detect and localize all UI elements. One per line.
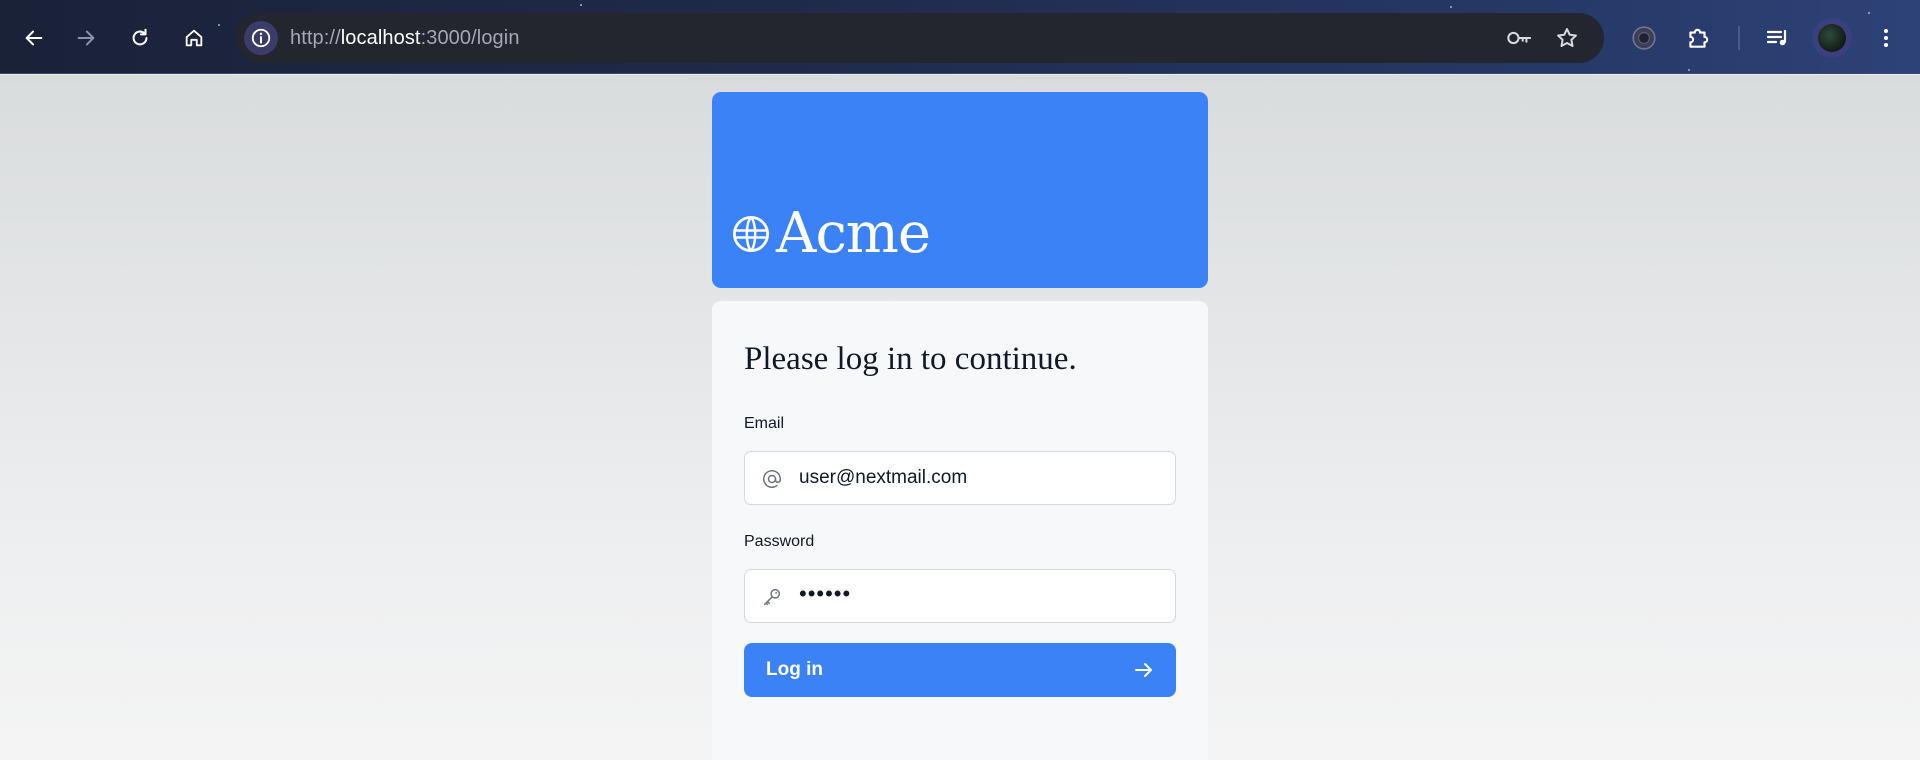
site-info-button[interactable] [244, 21, 278, 55]
login-card: Please log in to continue. Email user@ne… [712, 301, 1208, 760]
key-icon [759, 584, 785, 610]
back-button[interactable] [14, 18, 54, 58]
menu-dots-icon [1884, 29, 1888, 47]
address-bar[interactable]: http://localhost:3000/login [236, 13, 1604, 63]
toolbar-divider [1738, 26, 1740, 50]
home-button[interactable] [174, 18, 214, 58]
login-heading: Please log in to continue. [744, 341, 1077, 377]
password-label: Password [744, 533, 815, 550]
url-scheme: http:// [290, 27, 341, 49]
forward-button[interactable] [66, 18, 106, 58]
record-icon [1632, 26, 1656, 50]
extension-puzzle-icon [1689, 28, 1709, 48]
extensions-menu-button[interactable] [1680, 20, 1716, 56]
site-info-icon [251, 28, 271, 48]
url-host: localhost [340, 27, 421, 49]
background-star [1868, 12, 1870, 14]
media-queue-icon [1766, 29, 1787, 46]
at-sign-icon [759, 466, 785, 492]
email-field[interactable]: user@nextmail.com [744, 451, 1176, 505]
background-star [218, 24, 220, 26]
reload-icon [132, 28, 148, 46]
brand-name: Acme [776, 201, 931, 266]
password-manager-button[interactable] [1506, 25, 1532, 51]
home-icon [185, 29, 203, 47]
email-value: user@nextmail.com [799, 467, 968, 488]
login-button[interactable]: Log in [744, 643, 1176, 697]
page-viewport: Acme Please log in to continue. Email us… [0, 75, 1920, 760]
bookmark-button[interactable] [1554, 25, 1580, 51]
profile-avatar[interactable] [1812, 18, 1852, 58]
login-button-label: Log in [766, 659, 823, 680]
extension-button[interactable] [1626, 20, 1662, 56]
url-path: :3000/login [420, 27, 520, 49]
url-text[interactable]: http://localhost:3000/login [290, 27, 520, 50]
key-icon [1507, 31, 1532, 45]
background-star [1450, 6, 1452, 8]
email-label: Email [744, 415, 785, 432]
back-arrow-icon [25, 30, 43, 46]
acme-logo: Acme [730, 201, 931, 266]
browser-toolbar: http://localhost:3000/login [0, 0, 1920, 74]
forward-arrow-icon [77, 30, 95, 46]
password-value: •••••• [799, 581, 852, 606]
background-star [1688, 69, 1690, 71]
password-field[interactable]: •••••• [744, 569, 1176, 623]
browser-menu-button[interactable] [1868, 20, 1904, 56]
background-star [580, 4, 582, 6]
avatar-image [1818, 24, 1846, 52]
media-control-button[interactable] [1760, 20, 1796, 56]
brand-banner: Acme [712, 92, 1208, 288]
reload-button[interactable] [120, 18, 160, 58]
globe-icon [732, 215, 770, 253]
arrow-right-icon [1135, 663, 1152, 677]
star-icon [1557, 28, 1577, 47]
